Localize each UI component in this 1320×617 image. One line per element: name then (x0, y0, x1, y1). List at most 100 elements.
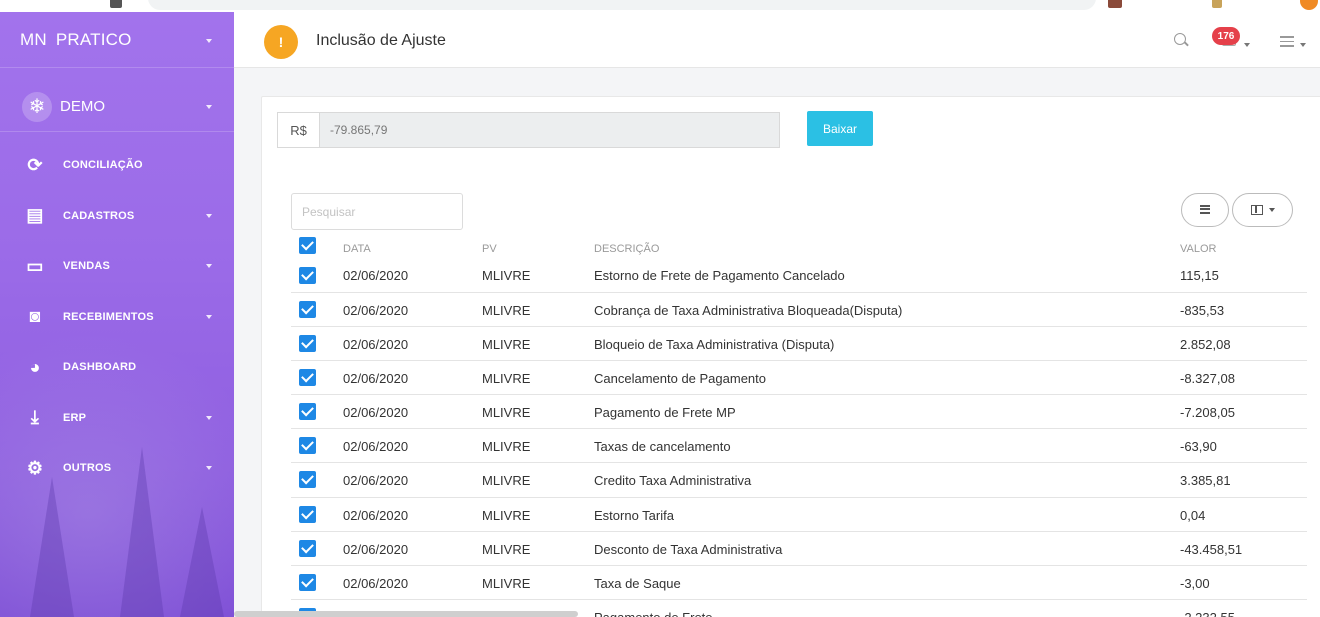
cell-description: Estorno de Frete de Pagamento Cancelado (594, 268, 845, 283)
cell-pv: MLIVRE (482, 303, 531, 318)
cell-value: -8.327,08 (1180, 371, 1235, 387)
row-checkbox[interactable] (299, 301, 316, 318)
cell-pv: MLIVRE (482, 405, 531, 421)
chevron-down-icon (206, 466, 212, 470)
cell-date: 02/06/2020 (343, 303, 409, 318)
sidebar-item-label: CADASTROS (63, 209, 135, 222)
row-checkbox[interactable] (299, 505, 316, 523)
brand-menu[interactable]: MN PRATICO (0, 12, 234, 68)
column-header-value[interactable]: VALOR (1180, 243, 1216, 255)
adjustment-panel: R$ Baixar DATA PV DESCRIÇÃO VALOR 02/06/… (261, 96, 1320, 617)
select-all-checkbox[interactable] (299, 237, 316, 254)
table-row[interactable]: 02/06/2020 MLIVRE Desconto de Taxa Adminis… (291, 532, 1307, 566)
cell-date: 02/06/2020 (343, 405, 409, 421)
column-header-pv[interactable]: PV (482, 243, 497, 255)
cell-value: 3.385,81 (1180, 473, 1231, 489)
table-row[interactable]: 02/06/2020 MLIVRE Bloqueio de Taxa Adminis… (291, 327, 1307, 362)
cell-date: 02/06/2020 (343, 473, 409, 489)
chevron-down-icon (206, 264, 212, 268)
sidebar-item-conciliacao[interactable]: ⟳ CONCILIAÇÃO (0, 140, 234, 191)
sidebar-item-recebimentos[interactable]: ◙ RECEBIMENTOS (0, 292, 234, 343)
row-checkbox[interactable] (299, 539, 316, 557)
bookmark-icon[interactable] (110, 0, 122, 8)
cell-description: Pagamento de Frete MP (594, 405, 736, 421)
table-body: 02/06/2020 MLIVRE Estorno de Frete de Paga… (291, 261, 1307, 617)
address-bar[interactable] (148, 0, 1096, 10)
notification-count-badge[interactable]: 176 (1212, 27, 1240, 45)
sidebar-item-erp[interactable]: ⤓ ERP (0, 393, 234, 444)
cell-description: Cancelamento de Pagamento (594, 371, 767, 387)
cell-date: 02/06/2020 (343, 268, 409, 283)
chevron-down-icon (206, 415, 212, 420)
sidebar-item-dashboard[interactable]: ◕ DASHBOARD (0, 342, 234, 393)
extension-icon[interactable] (1212, 0, 1222, 8)
credit-card-icon: ▭ (26, 255, 44, 276)
search-icon[interactable] (1174, 33, 1186, 45)
cell-pv: MLIVRE (482, 575, 531, 591)
sidebar-item-label: OUTROS (63, 462, 112, 475)
row-checkbox[interactable] (299, 335, 316, 353)
cell-pv: MLIVRE (482, 371, 531, 387)
page-title: Inclusão de Ajuste (316, 32, 446, 49)
table-row[interactable]: 02/06/2020 MLIVRE Estorno de Frete de Paga… (291, 261, 1307, 293)
table-row[interactable]: 02/06/2020 MLIVRE Estorno Tarifa 0,04 (291, 498, 1307, 532)
search-input[interactable] (291, 193, 463, 230)
baixar-button[interactable]: Baixar (807, 111, 873, 146)
cell-description: Estorno Tarifa (594, 507, 674, 523)
cell-value: -43.458,51 (1180, 541, 1243, 557)
profile-icon[interactable] (1300, 0, 1318, 10)
table-row[interactable]: 02/06/2020 MLIVRE Cobrança de Taxa Adminis… (291, 293, 1307, 328)
chevron-down-icon (1244, 43, 1250, 47)
sidebar-item-vendas[interactable]: ▭ VENDAS (0, 241, 234, 292)
extension-icon[interactable] (1108, 0, 1122, 8)
amount-field[interactable] (319, 112, 780, 148)
cogs-icon: ⚙ (26, 457, 44, 478)
columns-icon (1250, 205, 1263, 215)
list-icon (1200, 204, 1210, 216)
sidebar-background-tree (30, 477, 74, 617)
row-checkbox[interactable] (299, 471, 316, 489)
sidebar-item-cadastros[interactable]: ▤ CADASTROS (0, 191, 234, 242)
cell-value: -2.232,55 (1180, 610, 1235, 617)
cell-description: Taxa de Saque (594, 575, 681, 591)
currency-prefix: R$ (277, 112, 319, 148)
row-checkbox[interactable] (299, 437, 316, 455)
table-row[interactable]: 02/06/2020 MLIVRE Taxas de cancelamento -63… (291, 429, 1307, 464)
toggle-view-button[interactable] (1181, 193, 1229, 227)
cell-date: 02/06/2020 (343, 371, 409, 387)
money-icon: ◙ (29, 306, 41, 327)
cell-pv: MLIVRE (482, 268, 531, 283)
dashboard-icon: ◕ (29, 356, 41, 377)
company-selector[interactable]: ❄ DEMO (0, 82, 234, 132)
snowflake-icon: ❄ (22, 91, 52, 122)
cell-pv: MLIVRE (482, 473, 531, 489)
cell-description: Taxas de cancelamento (594, 439, 731, 455)
cell-pv: MLIVRE (482, 337, 531, 353)
cell-date: 02/06/2020 (343, 507, 409, 523)
company-name: DEMO (60, 98, 105, 115)
cell-description: Credito Taxa Administrativa (594, 473, 752, 489)
columns-button[interactable] (1232, 193, 1293, 227)
chevron-down-icon (1268, 208, 1275, 212)
row-checkbox[interactable] (299, 267, 316, 284)
table-row[interactable]: 02/06/2020 MLIVRE Credito Taxa Administrat… (291, 463, 1307, 498)
table-row[interactable]: 02/06/2020 MLIVRE Pagamento de Frete MP -7.… (291, 395, 1307, 430)
horizontal-scrollbar[interactable] (234, 611, 578, 617)
alert-icon: ! (264, 25, 298, 59)
row-checkbox[interactable] (299, 573, 316, 591)
row-checkbox[interactable] (299, 369, 316, 387)
table-row[interactable]: 02/06/2020 MLIVRE Taxa de Saque -3,00 (291, 566, 1307, 600)
cell-date: 02/06/2020 (343, 575, 409, 591)
column-header-description[interactable]: DESCRIÇÃO (594, 243, 659, 255)
refresh-icon: ⟳ (27, 154, 43, 175)
list-menu-icon[interactable] (1280, 36, 1294, 50)
table-row[interactable]: 02/06/2020 MLIVRE Cancelamento de Pagament… (291, 361, 1307, 396)
cell-description: Desconto de Taxa Administrativa (594, 541, 783, 557)
chevron-down-icon (206, 105, 212, 109)
sidebar-item-outros[interactable]: ⚙ OUTROS (0, 443, 234, 494)
row-checkbox[interactable] (299, 403, 316, 421)
browser-toolbar (0, 0, 1320, 12)
cell-date: 02/06/2020 (343, 541, 409, 557)
column-header-date[interactable]: DATA (343, 243, 371, 255)
chevron-down-icon (206, 213, 212, 218)
